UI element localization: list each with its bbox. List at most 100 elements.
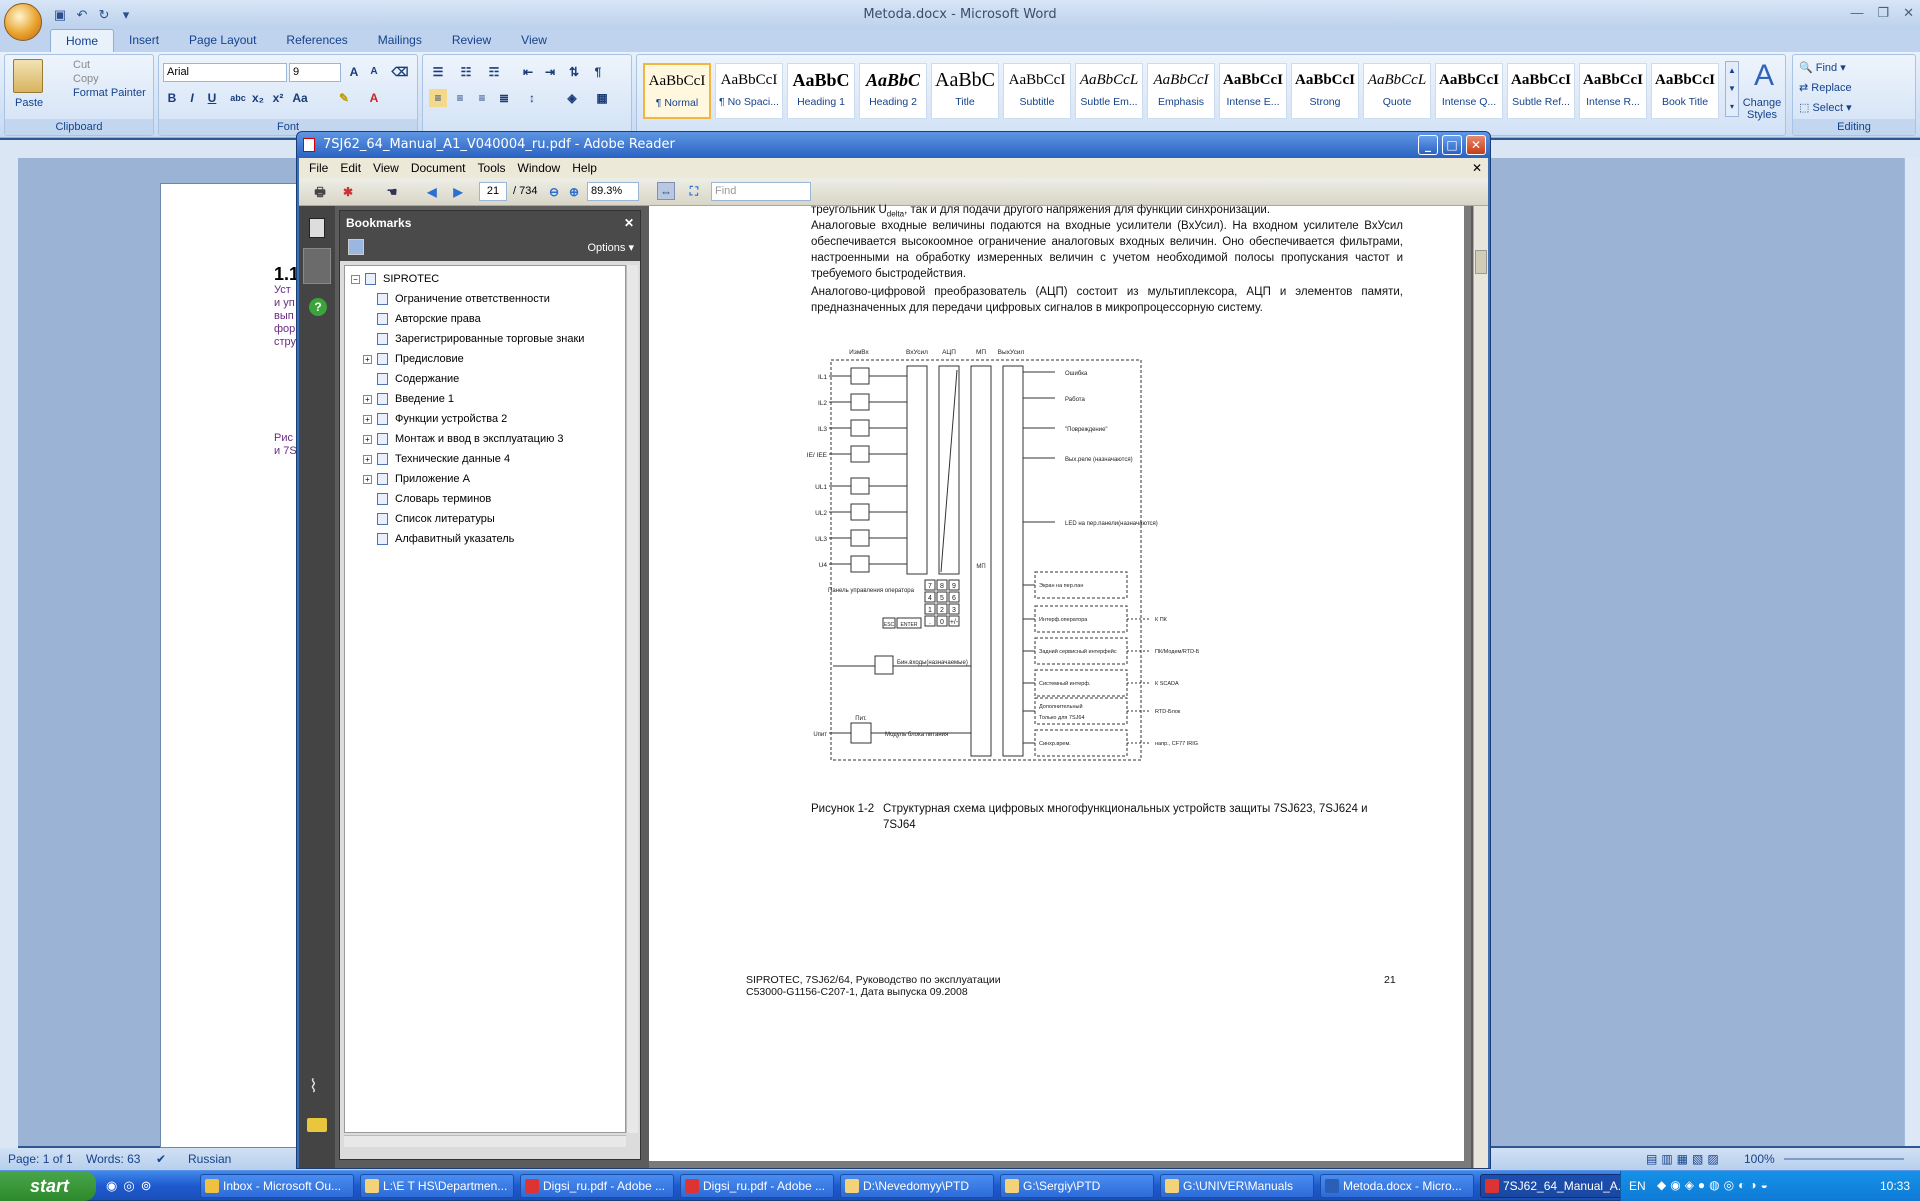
menu-window[interactable]: Window xyxy=(512,158,567,178)
bookmarks-icon[interactable] xyxy=(303,248,331,284)
font-name-select[interactable]: Arial xyxy=(163,63,287,82)
find-input[interactable]: Find xyxy=(711,182,811,201)
restore-icon[interactable]: ❐ xyxy=(1877,5,1889,21)
bookmark-item[interactable]: Ограничение ответственности xyxy=(345,290,625,308)
expand-icon[interactable]: + xyxy=(363,415,372,424)
vertical-ruler[interactable] xyxy=(0,158,18,1148)
word-vertical-scrollbar[interactable] xyxy=(1904,158,1920,1146)
zoom-level[interactable]: 100% xyxy=(1744,1148,1775,1170)
adobe-maximize-icon[interactable]: □ xyxy=(1442,135,1462,155)
bookmarks-close-icon[interactable]: ✕ xyxy=(624,211,634,235)
highlight-icon[interactable]: ✎ xyxy=(335,89,353,107)
increase-indent-icon[interactable]: ⇥ xyxy=(541,63,559,81)
bookmark-item[interactable]: Авторские права xyxy=(345,310,625,328)
comments-icon[interactable] xyxy=(307,1118,327,1132)
fit-width-icon[interactable]: ⇔ xyxy=(657,182,675,200)
find-button[interactable]: 🔍 Find ▾ xyxy=(1799,61,1846,74)
hand-tool-icon[interactable]: ☚ xyxy=(383,183,401,201)
menu-file[interactable]: File xyxy=(303,158,334,178)
style-2[interactable]: AaBbC Heading 1 xyxy=(787,63,855,119)
select-button[interactable]: ⬚ Select ▾ xyxy=(1799,101,1852,114)
style-0[interactable]: AaBbCcI ¶ Normal xyxy=(643,63,711,119)
close-icon[interactable]: ✕ xyxy=(1903,5,1914,21)
justify-icon[interactable]: ≣ xyxy=(495,89,513,107)
replace-button[interactable]: ⇄ Replace xyxy=(1799,81,1852,94)
style-1[interactable]: AaBbCcI ¶ No Spaci... xyxy=(715,63,783,119)
minimize-icon[interactable]: — xyxy=(1850,5,1863,21)
attachments-icon[interactable]: ⌇ xyxy=(309,1076,318,1097)
align-left-icon[interactable]: ≡ xyxy=(429,89,447,107)
doc-close-icon[interactable]: ✕ xyxy=(1472,158,1482,178)
menu-tools[interactable]: Tools xyxy=(472,158,512,178)
tab-home[interactable]: Home xyxy=(50,29,115,52)
decrease-indent-icon[interactable]: ⇤ xyxy=(519,63,537,81)
style-12[interactable]: AaBbCcI Subtle Ref... xyxy=(1507,63,1575,119)
adobe-close-icon[interactable]: ✕ xyxy=(1466,135,1486,155)
tab-review[interactable]: Review xyxy=(437,29,506,52)
expand-icon[interactable]: + xyxy=(363,395,372,404)
tab-page-layout[interactable]: Page Layout xyxy=(174,29,271,52)
page-count[interactable]: Page: 1 of 1 xyxy=(8,1148,73,1170)
menu-view[interactable]: View xyxy=(367,158,405,178)
page-number-input[interactable]: 21 xyxy=(479,182,507,201)
style-10[interactable]: AaBbCcL Quote xyxy=(1363,63,1431,119)
fit-page-icon[interactable]: ⛶ xyxy=(685,182,703,200)
next-page-icon[interactable]: ▶ xyxy=(449,183,467,201)
help-icon[interactable]: ? xyxy=(309,298,327,316)
bookmark-item[interactable]: − SIPROTEC xyxy=(345,270,625,288)
subscript-icon[interactable]: x₂ xyxy=(249,89,267,107)
expand-icon[interactable]: + xyxy=(363,435,372,444)
taskbar-item[interactable]: G:\Sergiy\PTD xyxy=(1000,1174,1154,1198)
superscript-icon[interactable]: x² xyxy=(269,89,287,107)
save-icon[interactable]: ▣ xyxy=(52,7,68,23)
spelling-icon[interactable]: ✔ xyxy=(156,1148,166,1170)
zoom-out-icon[interactable]: ⊖ xyxy=(545,183,563,201)
tab-mailings[interactable]: Mailings xyxy=(363,29,437,52)
taskbar-item[interactable]: 7SJ62_64_Manual_A... xyxy=(1480,1174,1634,1198)
shrink-font-icon[interactable]: A xyxy=(365,63,383,81)
style-13[interactable]: AaBbCcI Intense R... xyxy=(1579,63,1647,119)
bookmark-options-menu[interactable]: Options ▾ xyxy=(588,241,635,254)
zoom-in-icon[interactable]: ⊕ xyxy=(565,183,583,201)
style-14[interactable]: AaBbCcI Book Title xyxy=(1651,63,1719,119)
styles-scroll[interactable]: ▲ ▼ ▾ xyxy=(1725,61,1739,117)
taskbar-item[interactable]: Digsi_ru.pdf - Adobe ... xyxy=(520,1174,674,1198)
expand-icon[interactable]: + xyxy=(363,455,372,464)
taskbar-item[interactable]: G:\UNIVER\Manuals xyxy=(1160,1174,1314,1198)
style-11[interactable]: AaBbCcI Intense Q... xyxy=(1435,63,1503,119)
italic-icon[interactable]: I xyxy=(183,89,201,107)
cut-button[interactable]: Cut xyxy=(73,59,90,71)
new-bookmark-icon[interactable] xyxy=(348,239,364,255)
taskbar-item[interactable]: D:\Nevedomyy\PTD xyxy=(840,1174,994,1198)
undo-icon[interactable]: ↶ xyxy=(74,7,90,23)
borders-icon[interactable]: ▦ xyxy=(593,89,611,107)
pdf-page[interactable]: треугольник Udelta, так и для подачи дру… xyxy=(649,204,1464,1161)
underline-icon[interactable]: U xyxy=(203,89,221,107)
copy-button[interactable]: Copy xyxy=(73,73,99,85)
tab-insert[interactable]: Insert xyxy=(114,29,174,52)
view-buttons[interactable]: ▤▥▦▧▨ xyxy=(1646,1148,1723,1170)
pilcrow-icon[interactable]: ¶ xyxy=(589,63,607,81)
customize-qat-icon[interactable]: ▾ xyxy=(118,7,134,23)
style-5[interactable]: AaBbCcI Subtitle xyxy=(1003,63,1071,119)
format-painter-button[interactable]: Format Painter xyxy=(73,87,146,99)
zoom-select[interactable]: 89.3% xyxy=(587,182,639,201)
collapse-icon[interactable]: − xyxy=(351,275,360,284)
change-case-icon[interactable]: Aa xyxy=(291,89,309,107)
style-7[interactable]: AaBbCcI Emphasis xyxy=(1147,63,1215,119)
office-button[interactable] xyxy=(4,3,42,41)
print-icon[interactable]: 🖶 xyxy=(311,183,329,201)
pages-icon[interactable] xyxy=(309,218,325,238)
word-count[interactable]: Words: 63 xyxy=(86,1148,140,1170)
strikethrough-icon[interactable]: abc xyxy=(229,89,247,107)
font-size-select[interactable]: 9 xyxy=(289,63,341,82)
menu-edit[interactable]: Edit xyxy=(334,158,367,178)
style-6[interactable]: AaBbCcL Subtle Em... xyxy=(1075,63,1143,119)
tab-references[interactable]: References xyxy=(271,29,362,52)
bookmark-item[interactable]: + Функции устройства 2 xyxy=(345,410,625,428)
style-8[interactable]: AaBbCcI Intense E... xyxy=(1219,63,1287,119)
taskbar-item[interactable]: Inbox - Microsoft Ou... xyxy=(200,1174,354,1198)
sort-icon[interactable]: ⇅ xyxy=(565,63,583,81)
shading-icon[interactable]: ◈ xyxy=(563,89,581,107)
bookmark-item[interactable]: + Монтаж и ввод в эксплуатацию 3 xyxy=(345,430,625,448)
